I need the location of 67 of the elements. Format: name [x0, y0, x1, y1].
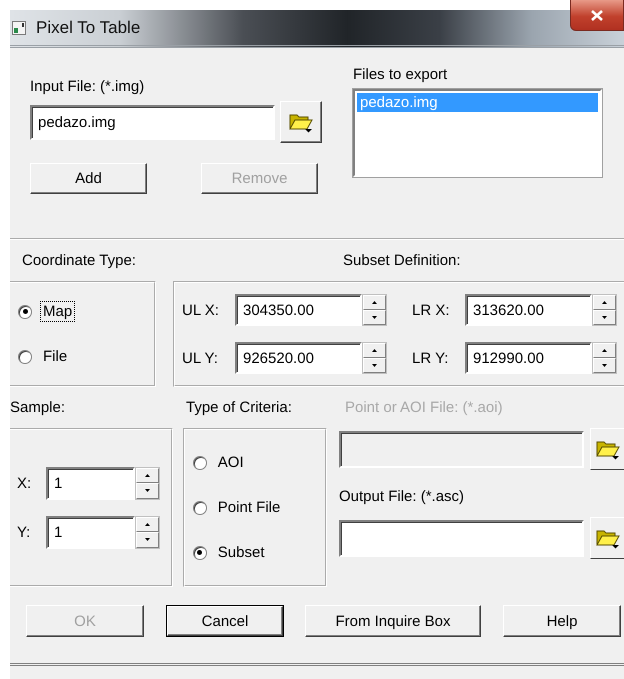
close-icon: [591, 10, 603, 20]
action-button[interactable]: Add: [30, 163, 147, 194]
radio-label[interactable]: Point File: [214, 497, 284, 518]
number-field[interactable]: 926520.00: [235, 342, 362, 374]
list-label: Files to export: [353, 66, 448, 83]
up-arrow-icon: [372, 301, 377, 304]
number-field[interactable]: 912990.00: [465, 342, 592, 374]
field-label: LR Y:: [411, 350, 450, 366]
spin-up-button[interactable]: [593, 343, 616, 358]
radio-button[interactable]: [18, 304, 32, 318]
field-label: UL Y:: [181, 350, 219, 366]
field-label: Input File: (*.img): [30, 78, 146, 95]
radio-button[interactable]: [18, 350, 32, 364]
field-label: Output File: (*.asc): [339, 488, 466, 505]
radio-label[interactable]: AOI: [214, 452, 247, 473]
spin-down-button[interactable]: [136, 483, 159, 498]
up-arrow-icon: [145, 474, 150, 477]
number-field[interactable]: 313620.00: [465, 294, 592, 326]
radio-button[interactable]: [192, 546, 207, 560]
group-label: Coordinate Type:: [21, 252, 137, 269]
close-button[interactable]: [570, 0, 624, 31]
up-arrow-icon: [145, 522, 150, 526]
number-field[interactable]: 1: [46, 466, 135, 500]
action-button[interactable]: Cancel: [166, 605, 284, 637]
spin-down-button[interactable]: [363, 310, 386, 325]
spin-down-button[interactable]: [593, 310, 616, 325]
window-icon: [12, 20, 26, 34]
browse-button[interactable]: [590, 517, 624, 559]
spin-up-button[interactable]: [136, 516, 159, 532]
spin-up-button[interactable]: [363, 295, 386, 310]
down-arrow-icon: [602, 316, 607, 319]
up-arrow-icon: [602, 349, 607, 352]
window-title: Pixel To Table: [36, 18, 140, 38]
down-arrow-icon: [602, 364, 607, 367]
group-label: Sample:: [10, 399, 66, 416]
action-button[interactable]: Help: [503, 605, 621, 637]
field-label: Y:: [16, 524, 32, 540]
field-label: UL X:: [181, 302, 220, 318]
group-label: Subset Definition:: [343, 252, 461, 269]
down-arrow-icon: [372, 364, 377, 367]
output-file-field[interactable]: [339, 520, 584, 556]
spin-up-button[interactable]: [593, 295, 616, 310]
down-arrow-icon: [145, 489, 150, 492]
spin-down-button[interactable]: [136, 532, 159, 548]
number-field[interactable]: 304350.00: [235, 294, 362, 326]
spin-down-button[interactable]: [363, 358, 386, 373]
group-label: Type of Criteria:: [186, 399, 293, 416]
radio-button[interactable]: [192, 456, 207, 470]
action-button[interactable]: From Inquire Box: [305, 605, 481, 637]
number-field[interactable]: 1: [46, 516, 135, 548]
input-file-field[interactable]: pedazo.img: [30, 104, 275, 140]
down-arrow-icon: [372, 316, 377, 319]
spin-up-button[interactable]: [136, 468, 159, 483]
field-label: LR X:: [411, 302, 451, 318]
spin-up-button[interactable]: [363, 343, 386, 358]
spin-down-button[interactable]: [593, 358, 616, 373]
radio-label[interactable]: Map: [40, 301, 76, 322]
field-label: Point or AOI File: (*.aoi): [345, 399, 503, 416]
up-arrow-icon: [372, 349, 377, 352]
browse-button[interactable]: [280, 101, 322, 143]
field-label: X:: [16, 474, 32, 492]
radio-button[interactable]: [192, 500, 207, 514]
radio-label[interactable]: Subset: [214, 542, 268, 563]
radio-label[interactable]: File: [40, 346, 70, 367]
up-arrow-icon: [602, 301, 607, 304]
browse-button[interactable]: [590, 428, 624, 470]
down-arrow-icon: [145, 538, 150, 542]
